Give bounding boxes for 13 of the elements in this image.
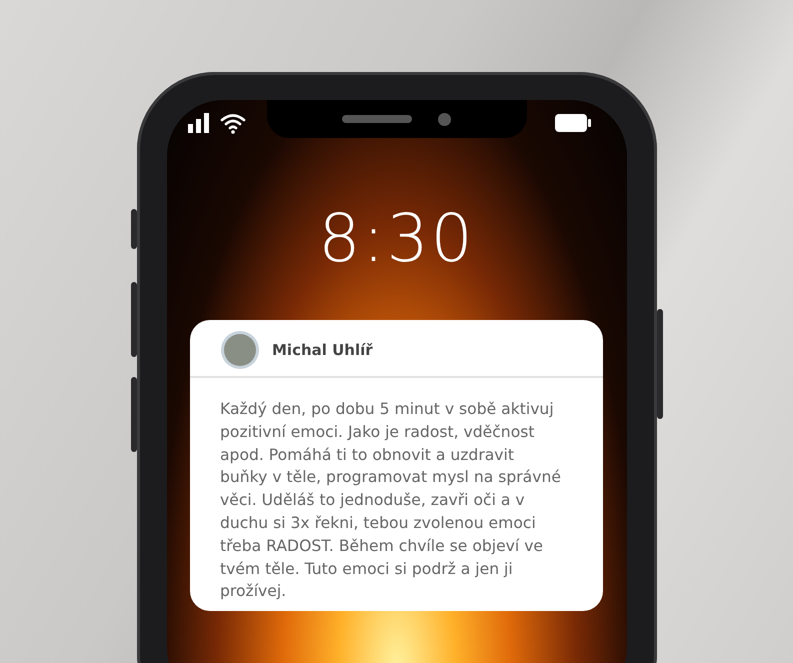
sender-name: Michal Uhlíř [272, 341, 373, 359]
notification-card[interactable] [190, 320, 603, 612]
speaker-icon [342, 115, 412, 123]
side-button[interactable] [130, 282, 136, 357]
side-button[interactable] [130, 377, 136, 452]
avatar-icon [224, 334, 256, 366]
notification-message: Každý den, po dobu 5 minut v sobě aktivuj pozitivní emoci. Jako je radost, vděčnost apod. Pomáhá ti to obnovit a uzdravit buňky v těle, programovat mysl na správné věci. Uděláš to jednoduše, zavři oči a v duchu si 3x řekni, tebou zvolenou emoci třeba RADOST. Během chvíle se objeví ve tvém těle. Tuto emoci si podrž a jen ji prožívej. [219, 399, 562, 602]
battery-icon [554, 114, 590, 132]
camera-icon [438, 112, 451, 126]
wifi-icon [220, 112, 246, 134]
side-button[interactable] [130, 209, 136, 249]
signal-icon [188, 113, 210, 133]
clock-time: 8:30 [318, 206, 475, 272]
